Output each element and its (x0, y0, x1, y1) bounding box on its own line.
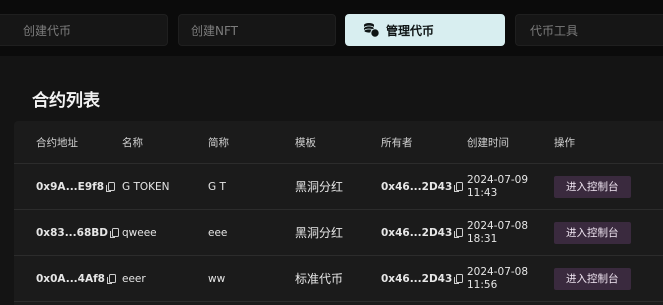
copy-icon[interactable] (454, 274, 464, 284)
owner-text: 0x46...2D43 (381, 226, 453, 239)
col-action-header: 操作 (554, 136, 575, 149)
owner-address: 0x46...2D43 (381, 210, 464, 255)
contract-address: 0x83...68BD (36, 210, 119, 255)
contract-address: 0x0A...4Af8 (36, 256, 116, 301)
owner-address: 0x46...2D43 (381, 256, 464, 301)
created-time: 2024-07-08 11:56 (467, 256, 528, 301)
page-title: 合约列表 (32, 91, 100, 111)
copy-icon[interactable] (110, 228, 119, 238)
table-row: 0x9A...E9f8 G TOKEN G T 黑洞分红 0x46...2D43… (14, 164, 663, 210)
address-text: 0x9A...E9f8 (36, 180, 105, 193)
tab-create-token[interactable]: 创建代币 (0, 14, 168, 46)
col-symbol-header: 简称 (208, 136, 229, 149)
created-date: 2024-07-08 (467, 265, 529, 278)
created-clock: 11:43 (467, 186, 498, 199)
tab-label: 创建NFT (191, 23, 238, 38)
contract-table: 合约地址 名称 简称 模板 所有者 创建时间 操作 0x9A...E9f8 G … (14, 121, 663, 305)
action-cell: 进入控制台 (554, 256, 631, 301)
action-cell: 进入控制台 (554, 164, 631, 209)
tab-bar: 创建代币 创建NFT 管理代币 代币工具 (0, 14, 663, 48)
owner-address: 0x46...2D43 (381, 164, 464, 209)
tab-manage-token[interactable]: 管理代币 (345, 14, 505, 46)
created-time: 2024-07-08 18:31 (467, 210, 528, 255)
copy-icon[interactable] (454, 228, 464, 238)
table-row: 0x83...68BD qweee eee 黑洞分红 0x46...2D43 2… (14, 210, 663, 256)
tab-label: 代币工具 (530, 23, 579, 38)
token-template: 黑洞分红 (295, 226, 344, 240)
action-cell: 进入控制台 (554, 210, 631, 255)
tab-create-nft[interactable]: 创建NFT (178, 14, 336, 46)
created-date: 2024-07-08 (467, 219, 529, 232)
enter-console-button[interactable]: 进入控制台 (554, 221, 631, 244)
col-name-header: 名称 (122, 136, 143, 149)
tab-token-tools[interactable]: 代币工具 (515, 14, 663, 46)
enter-console-button[interactable]: 进入控制台 (554, 175, 631, 198)
col-created-header: 创建时间 (467, 136, 509, 149)
address-text: 0x0A...4Af8 (36, 272, 105, 285)
created-clock: 11:56 (467, 278, 498, 291)
coins-icon (362, 21, 380, 39)
created-clock: 18:31 (467, 232, 498, 245)
created-time: 2024-07-09 11:43 (467, 164, 528, 209)
owner-text: 0x46...2D43 (381, 180, 453, 193)
tab-label: 管理代币 (386, 23, 435, 38)
col-owner-header: 所有者 (381, 136, 413, 149)
table-header: 合约地址 名称 简称 模板 所有者 创建时间 操作 (14, 121, 663, 164)
token-name: eeer (122, 272, 146, 285)
copy-icon[interactable] (454, 182, 464, 192)
token-name: qweee (122, 226, 157, 239)
copy-icon[interactable] (106, 182, 116, 192)
token-symbol: eee (208, 226, 228, 239)
created-date: 2024-07-09 (467, 173, 529, 186)
token-symbol: G T (208, 180, 226, 193)
token-name: G TOKEN (122, 180, 170, 193)
token-template: 标准代币 (295, 272, 344, 286)
contract-address: 0x9A...E9f8 (36, 164, 116, 209)
table-row: 0x0A...4Af8 eeer ww 标准代币 0x46...2D43 202… (14, 256, 663, 302)
address-text: 0x83...68BD (36, 226, 108, 239)
tab-label: 创建代币 (23, 23, 72, 38)
col-address-header: 合约地址 (36, 136, 78, 149)
token-template: 黑洞分红 (295, 180, 344, 194)
owner-text: 0x46...2D43 (381, 272, 453, 285)
col-template-header: 模板 (295, 136, 316, 149)
copy-icon[interactable] (106, 274, 116, 284)
enter-console-button[interactable]: 进入控制台 (554, 267, 631, 290)
token-symbol: ww (208, 272, 226, 285)
